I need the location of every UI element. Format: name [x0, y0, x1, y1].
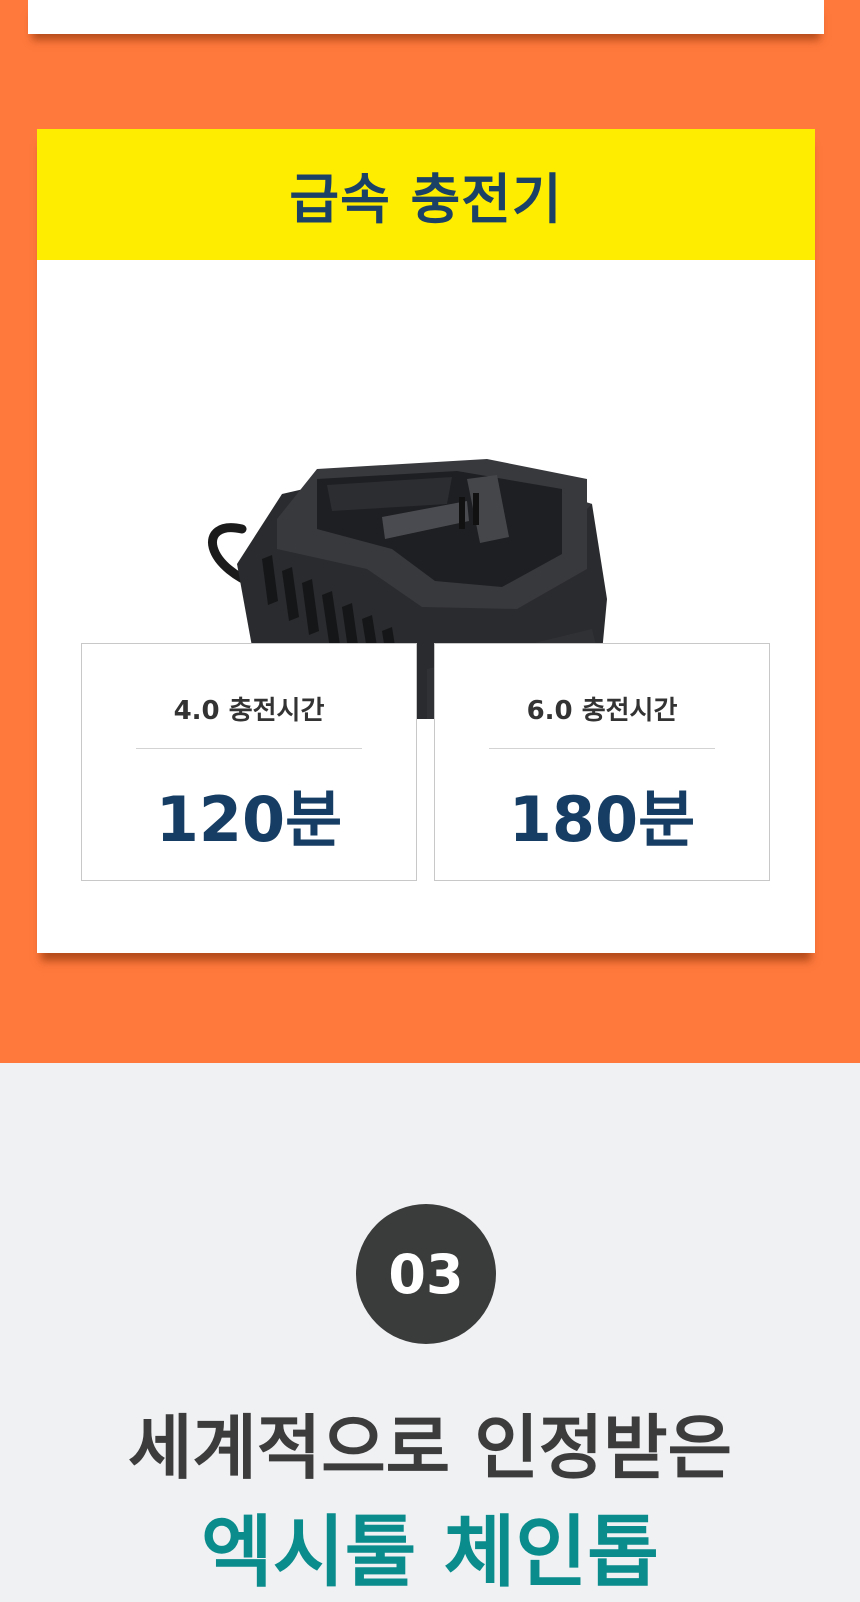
- spec-label: 6.0 충전시간: [526, 696, 678, 726]
- charger-card-header: 급속 충전기: [37, 129, 815, 260]
- spec-box-4-0: 4.0 충전시간 120분: [81, 643, 417, 881]
- feature-headline-line2: 엑시툴 체인톱: [201, 1508, 659, 1598]
- spec-box-6-0: 6.0 충전시간 180분: [434, 643, 770, 881]
- charger-card: 급속 충전기 4.0 충전시간 120분 6.0 충전시간 180분: [37, 129, 815, 953]
- spec-label: 4.0 충전시간: [173, 696, 325, 726]
- previous-card-bottom: [28, 0, 824, 34]
- charger-card-title: 급속 충전기: [289, 168, 563, 231]
- step-number-badge: 03: [356, 1204, 496, 1344]
- step-number: 03: [388, 1242, 464, 1306]
- spec-divider: [136, 748, 362, 749]
- spec-divider: [489, 748, 715, 749]
- spec-value: 180분: [508, 783, 696, 856]
- feature-headline-line1: 세계적으로 인정받은: [128, 1407, 732, 1489]
- spec-value: 120분: [155, 783, 343, 856]
